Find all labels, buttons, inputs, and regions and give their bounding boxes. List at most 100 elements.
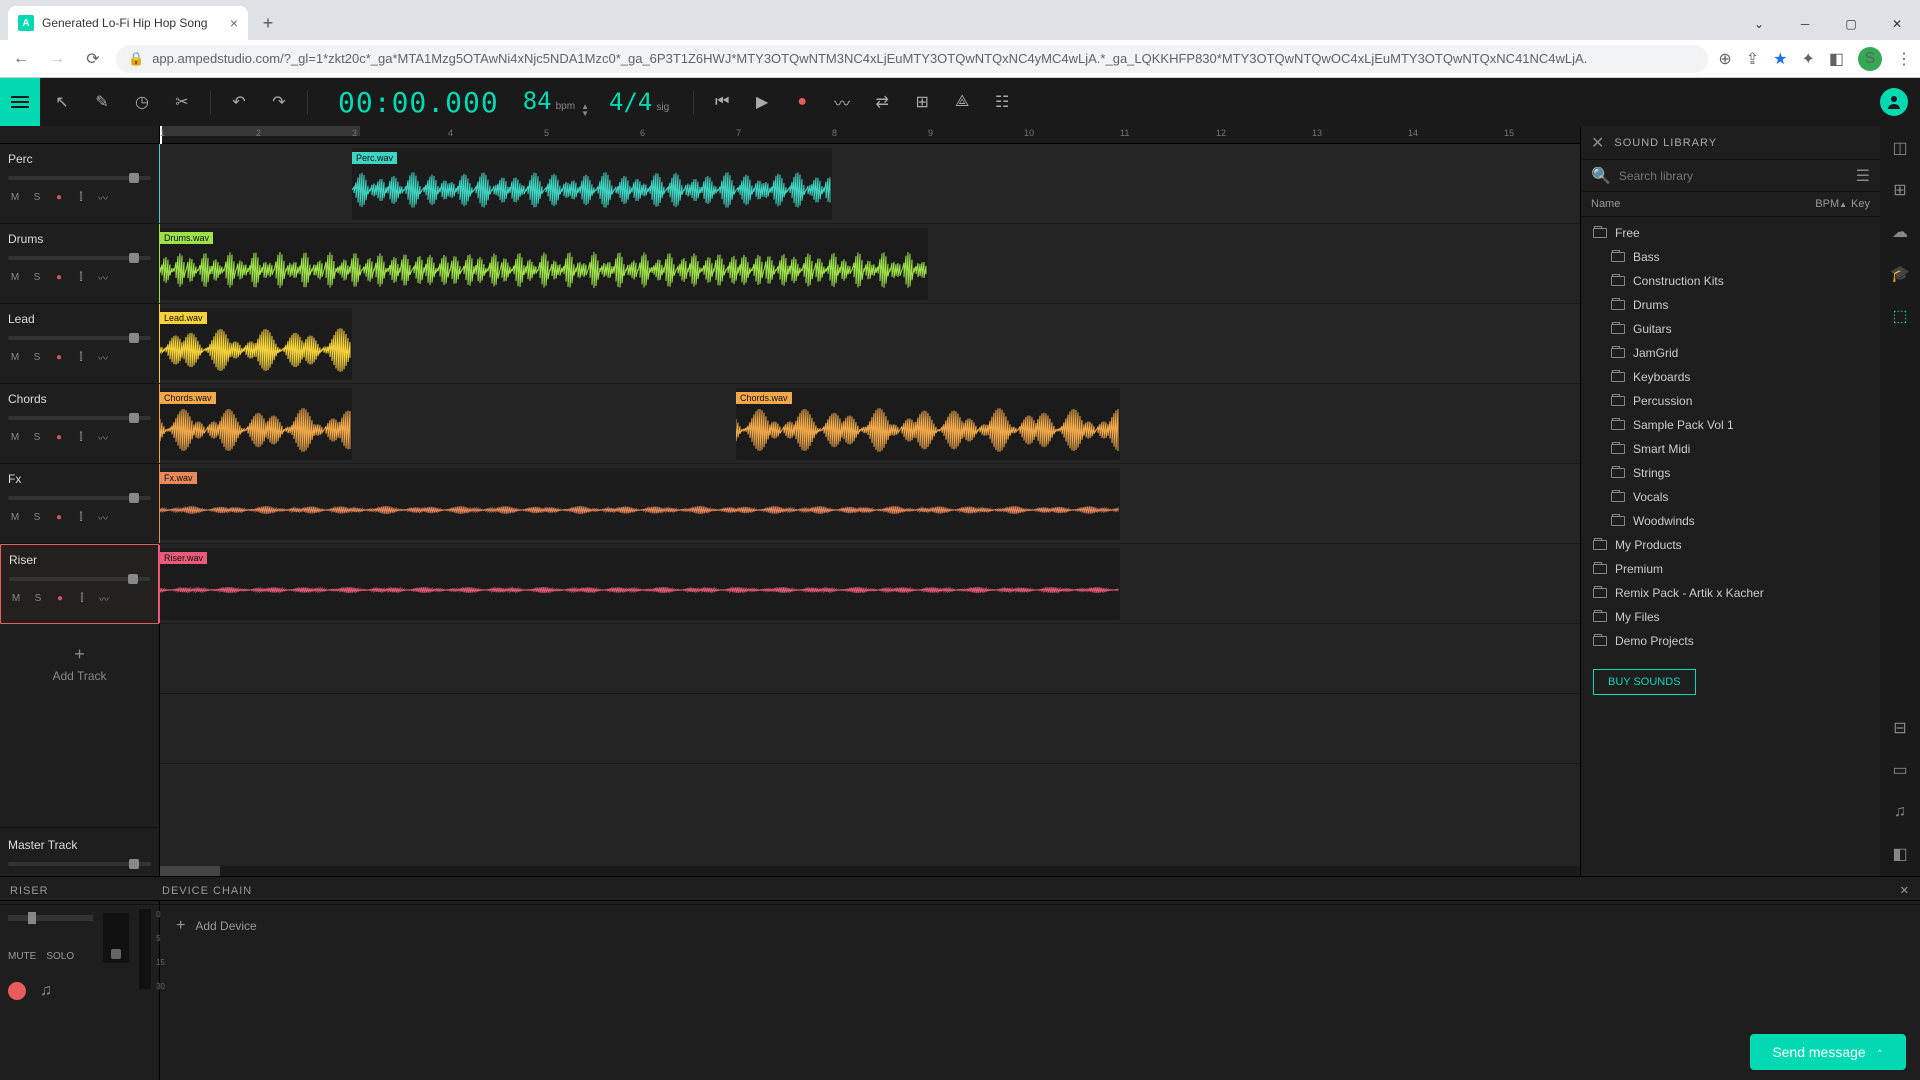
record-arm-icon[interactable] (8, 982, 26, 1000)
library-columns[interactable]: Name BPM▲ Key (1581, 192, 1880, 217)
track-row[interactable]: Riser.wav (160, 544, 1580, 624)
send-message-button[interactable]: Send message ⌃ (1750, 1034, 1906, 1070)
scroll-thumb[interactable] (160, 866, 220, 876)
library-folder[interactable]: Premium (1581, 557, 1880, 581)
library-folder[interactable]: Sample Pack Vol 1 (1581, 413, 1880, 437)
devices-icon[interactable]: ⊟ (1886, 714, 1914, 742)
channel-icon[interactable]: ▭ (1886, 756, 1914, 784)
library-folder[interactable]: Drums (1581, 293, 1880, 317)
editor-icon[interactable]: ◧ (1886, 840, 1914, 868)
solo-button[interactable]: S (30, 272, 44, 283)
install-app-icon[interactable]: ⊕ (1718, 49, 1731, 69)
arm-icon[interactable]: ● (52, 512, 66, 523)
new-tab-button[interactable]: + (254, 9, 282, 37)
pan-knob[interactable] (103, 913, 129, 963)
track-row[interactable]: Lead.wav (160, 304, 1580, 384)
solo-button[interactable]: S (31, 593, 45, 604)
automation-icon[interactable]: 〰 (97, 591, 111, 606)
side-panel-icon[interactable]: ◧ (1829, 49, 1844, 69)
library-folder[interactable]: Keyboards (1581, 365, 1880, 389)
track-row[interactable]: Perc.wav (160, 144, 1580, 224)
library-folder[interactable]: Bass (1581, 245, 1880, 269)
automation-icon[interactable]: 〰 (96, 510, 110, 525)
bookmark-star-icon[interactable]: ★ (1773, 49, 1787, 69)
arm-icon[interactable]: ● (52, 352, 66, 363)
user-avatar-icon[interactable] (1880, 88, 1908, 116)
library-folder[interactable]: Remix Pack - Artik x Kacher (1581, 581, 1880, 605)
library-folder[interactable]: Smart Midi (1581, 437, 1880, 461)
volume-slider[interactable] (8, 496, 151, 500)
close-window-icon[interactable]: ✕ (1874, 8, 1920, 40)
track-row[interactable]: Fx.wav (160, 464, 1580, 544)
extensions-icon[interactable]: ✦ (1801, 49, 1814, 69)
library-folder[interactable]: Vocals (1581, 485, 1880, 509)
undo-icon[interactable]: ↶ (221, 84, 257, 120)
volume-slider[interactable] (8, 176, 151, 180)
volume-slider[interactable] (8, 336, 151, 340)
solo-button[interactable]: S (30, 432, 44, 443)
arm-icon[interactable]: ● (52, 272, 66, 283)
track-header-drums[interactable]: DrumsMS●⫿〰 (0, 224, 159, 304)
metronome-icon[interactable]: ⟁ (944, 84, 980, 120)
cut-tool-icon[interactable]: ✂ (164, 84, 200, 120)
library-folder[interactable]: Construction Kits (1581, 269, 1880, 293)
piano-roll-icon[interactable]: ♫ (1886, 798, 1914, 826)
grid-icon[interactable]: ⊞ (1886, 176, 1914, 204)
track-header-chords[interactable]: ChordsMS●⫿〰 (0, 384, 159, 464)
record-icon[interactable]: ● (784, 84, 820, 120)
library-search-input[interactable] (1619, 169, 1848, 183)
pencil-tool-icon[interactable]: ✎ (84, 84, 120, 120)
library-folder[interactable]: Free (1581, 221, 1880, 245)
mute-button[interactable]: M (8, 192, 22, 203)
library-folder[interactable]: My Files (1581, 605, 1880, 629)
master-track-header[interactable]: Master Track (0, 827, 159, 876)
library-toggle-icon[interactable]: ◫ (1886, 134, 1914, 162)
loop-icon[interactable]: ⇄ (864, 84, 900, 120)
cloud-icon[interactable]: ☁ (1886, 218, 1914, 246)
solo-button[interactable]: S (30, 352, 44, 363)
mute-button[interactable]: M (8, 432, 22, 443)
snap-icon[interactable]: ⊞ (904, 84, 940, 120)
time-display[interactable]: 00:00.000 (338, 86, 499, 119)
play-icon[interactable]: ▶ (744, 84, 780, 120)
share-icon[interactable]: ⇪ (1746, 49, 1759, 69)
library-folder[interactable]: Guitars (1581, 317, 1880, 341)
forward-icon[interactable]: → (44, 46, 70, 72)
reload-icon[interactable]: ⟳ (80, 46, 106, 72)
audio-clip[interactable]: Perc.wav (352, 148, 832, 220)
eq-icon[interactable]: ⫿ (74, 272, 88, 283)
track-header-lead[interactable]: LeadMS●⫿〰 (0, 304, 159, 384)
arm-icon[interactable]: ● (52, 432, 66, 443)
library-folder[interactable]: Percussion (1581, 389, 1880, 413)
chevron-down-icon[interactable]: ⌄ (1736, 8, 1782, 40)
maximize-icon[interactable]: ▢ (1828, 8, 1874, 40)
timeline[interactable]: 123456789101112131415 Perc.wav Drums.wavL… (160, 126, 1580, 876)
audio-clip[interactable]: Chords.wav (160, 388, 352, 460)
audio-clip[interactable]: Fx.wav (160, 468, 1120, 540)
kebab-menu-icon[interactable]: ⋮ (1896, 49, 1912, 69)
horizontal-scrollbar[interactable] (160, 866, 1580, 876)
ruler[interactable]: 123456789101112131415 (160, 126, 1580, 144)
track-header-perc[interactable]: PercMS●⫿〰 (0, 144, 159, 224)
rewind-icon[interactable]: ⏮ (704, 84, 740, 120)
eq-icon[interactable]: ⫿ (74, 192, 88, 203)
audio-clip[interactable]: Chords.wav (736, 388, 1120, 460)
redo-icon[interactable]: ↷ (261, 84, 297, 120)
audio-clip[interactable]: Riser.wav (160, 548, 1120, 620)
eq-icon[interactable]: ⫿ (74, 352, 88, 363)
browser-tab[interactable]: A Generated Lo-Fi Hip Hop Song × (8, 6, 248, 40)
arm-icon[interactable]: ● (53, 593, 67, 604)
add-track-button[interactable]: + Add Track (0, 624, 159, 703)
profile-avatar-icon[interactable]: S (1858, 47, 1882, 71)
filter-icon[interactable]: ☰ (1856, 166, 1870, 186)
track-row[interactable]: Drums.wav (160, 224, 1580, 304)
volume-slider[interactable] (9, 577, 150, 581)
audio-clip[interactable]: Drums.wav (160, 228, 928, 300)
time-signature-control[interactable]: 4/4 sig (609, 88, 669, 116)
mute-button[interactable]: M (8, 512, 22, 523)
back-icon[interactable]: ← (8, 46, 34, 72)
learn-icon[interactable]: 🎓 (1886, 260, 1914, 288)
automation-icon[interactable]: 〰 (96, 270, 110, 285)
track-row[interactable]: Chords.wav Chords.wav (160, 384, 1580, 464)
solo-button[interactable]: S (30, 192, 44, 203)
